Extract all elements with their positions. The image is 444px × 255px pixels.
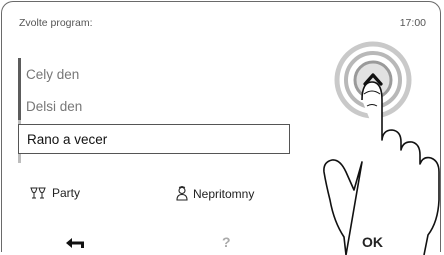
- absent-button[interactable]: Nepritomny: [175, 186, 254, 201]
- back-arrow-icon[interactable]: [64, 235, 86, 253]
- party-label: Party: [52, 186, 81, 200]
- header-title: Zvolte program:: [19, 17, 93, 29]
- program-item-delsi-den[interactable]: Delsi den: [18, 92, 288, 122]
- glasses-icon: [30, 187, 46, 199]
- pointing-hand-icon: [323, 81, 440, 255]
- help-button[interactable]: ?: [222, 234, 231, 250]
- program-item-rano-a-vecer[interactable]: Rano a vecer: [18, 124, 290, 154]
- program-item-cely-den[interactable]: Cely den: [18, 60, 288, 90]
- person-icon: [176, 186, 188, 201]
- absent-label: Nepritomny: [193, 186, 255, 201]
- party-button[interactable]: Party: [30, 186, 80, 200]
- header-time: 17:00: [399, 17, 426, 29]
- thermostat-screen: Zvolte program: 17:00 Cely den Delsi den…: [0, 0, 444, 255]
- program-list: Cely den Delsi den Rano a vecer: [18, 58, 298, 168]
